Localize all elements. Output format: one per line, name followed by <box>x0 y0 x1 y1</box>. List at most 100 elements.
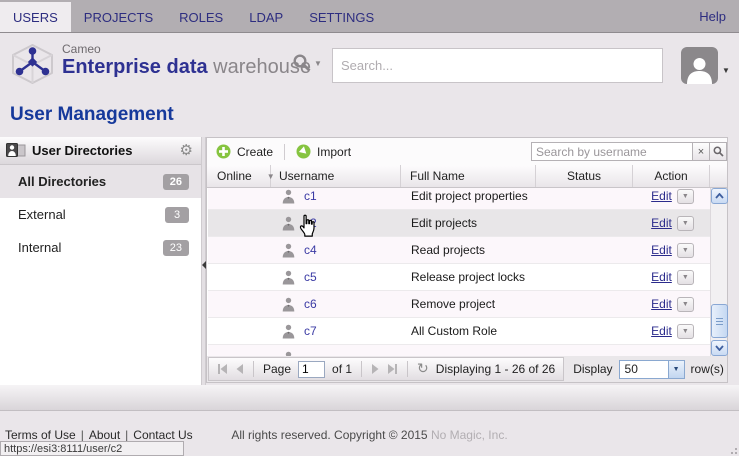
app-logo-icon <box>8 42 57 86</box>
pagination-controls: Page of 1 ↻ Displaying 1 - 26 of 26 <box>208 357 564 381</box>
table-row[interactable]: c2Edit projectsEdit▼ <box>208 210 711 237</box>
username-link[interactable]: c7 <box>304 324 317 338</box>
column-header-action[interactable]: Action <box>633 165 710 187</box>
first-page-button[interactable] <box>217 364 228 374</box>
table-row[interactable]: c5Release project locksEdit▼ <box>208 264 711 291</box>
action-cell: Edit ▼ <box>634 270 711 285</box>
action-dropdown-button[interactable]: ▼ <box>677 243 694 258</box>
table-toolbar: Create Import × <box>207 138 727 165</box>
brand-line1: Cameo <box>62 43 311 56</box>
username-link[interactable]: c4 <box>304 243 317 257</box>
username-search-input[interactable] <box>531 142 693 161</box>
clear-search-button[interactable]: × <box>693 142 710 161</box>
global-search-input[interactable] <box>332 48 663 83</box>
count-badge: 23 <box>163 240 189 256</box>
last-page-button[interactable] <box>387 364 398 374</box>
table-scrollbar[interactable] <box>710 188 727 356</box>
resize-grip-icon <box>727 444 737 454</box>
column-header-online[interactable]: Online▼ <box>207 165 271 187</box>
gear-icon[interactable]: ⚙ <box>180 143 193 158</box>
username-cell: c1 <box>272 189 402 204</box>
edit-link[interactable]: Edit <box>651 324 672 338</box>
edit-link[interactable]: Edit <box>651 189 672 203</box>
edit-link[interactable]: Edit <box>651 270 672 284</box>
action-dropdown-button[interactable]: ▼ <box>677 297 694 312</box>
table-row[interactable]: c7All Custom RoleEdit▼ <box>208 318 711 345</box>
fullname-cell: Read projects <box>402 243 537 257</box>
sidebar-item-all-directories[interactable]: All Directories26 <box>0 165 201 198</box>
footer-link-contact-us[interactable]: Contact Us <box>133 428 192 442</box>
brand-text: Cameo Enterprise data warehouse <box>62 43 311 78</box>
sidebar-item-label: Internal <box>18 240 61 255</box>
footer-link-about[interactable]: About <box>89 428 120 442</box>
count-badge: 3 <box>165 207 189 223</box>
import-button[interactable]: Import <box>296 144 351 159</box>
user-icon <box>282 297 295 312</box>
prev-page-button[interactable] <box>235 364 244 374</box>
username-search-group: × <box>531 142 727 161</box>
user-directories-title: User Directories <box>32 143 132 158</box>
nav-tab-ldap[interactable]: LDAP <box>236 2 296 32</box>
create-button[interactable]: Create <box>216 144 273 159</box>
table-row[interactable]: c6Remove projectEdit▼ <box>208 291 711 318</box>
refresh-icon[interactable]: ↻ <box>417 362 429 376</box>
page-size-value: 50 <box>625 362 638 376</box>
nav-tab-projects[interactable]: PROJECTS <box>71 2 166 32</box>
display-rows-group: Display 50 ▼ row(s) <box>573 360 724 379</box>
create-plus-icon <box>216 144 231 159</box>
search-icon[interactable] <box>292 53 312 73</box>
column-header-spacer <box>710 165 727 187</box>
select-caret-icon[interactable]: ▼ <box>668 361 684 378</box>
column-header-username[interactable]: Username <box>271 165 401 187</box>
footer-link-terms-of-use[interactable]: Terms of Use <box>5 428 76 442</box>
username-link[interactable]: c1 <box>304 189 317 203</box>
scroll-up-button[interactable] <box>711 188 728 204</box>
username-cell: c4 <box>272 243 402 258</box>
table-header-row: Online▼ Username Full Name Status Action <box>207 165 727 188</box>
edit-link[interactable]: Edit <box>651 297 672 311</box>
page-label: Page <box>263 362 291 376</box>
nav-tab-roles[interactable]: ROLES <box>166 2 236 32</box>
table-row-partial <box>208 345 711 356</box>
username-cell: c2 <box>272 216 402 231</box>
sidebar-item-external[interactable]: External3 <box>0 198 201 231</box>
search-submit-button[interactable] <box>710 142 727 161</box>
next-page-button[interactable] <box>371 364 380 374</box>
person-icon <box>685 55 714 84</box>
action-dropdown-button[interactable]: ▼ <box>677 270 694 285</box>
action-cell: Edit ▼ <box>634 189 711 204</box>
sidebar-item-internal[interactable]: Internal 23 <box>0 231 201 264</box>
page-number-input[interactable] <box>298 361 325 378</box>
column-header-status[interactable]: Status <box>536 165 633 187</box>
company-name: No Magic, Inc. <box>431 428 508 442</box>
directories-icon <box>6 143 26 158</box>
user-avatar[interactable] <box>681 47 718 84</box>
pager-separator <box>407 361 408 377</box>
nav-tab-users[interactable]: USERS <box>0 2 71 32</box>
username-link[interactable]: c5 <box>304 270 317 284</box>
scroll-down-button[interactable] <box>711 340 728 356</box>
table-row[interactable]: c4 Read projects Edit ▼ <box>208 237 711 264</box>
edit-link[interactable]: Edit <box>651 243 672 257</box>
action-dropdown-button[interactable]: ▼ <box>677 324 694 339</box>
help-link[interactable]: Help <box>699 0 739 32</box>
column-header-fullname[interactable]: Full Name <box>401 165 536 187</box>
table-row[interactable]: c1Edit project propertiesEdit▼ <box>208 188 711 210</box>
scrollbar-thumb[interactable] <box>711 304 728 338</box>
action-cell: Edit ▼ <box>634 324 711 339</box>
page-size-select[interactable]: 50 ▼ <box>619 360 685 379</box>
footer-links: Terms of Use|About|Contact Us <box>5 428 193 442</box>
user-icon <box>282 189 295 204</box>
search-scope-caret-icon[interactable]: ▼ <box>314 59 322 68</box>
avatar-menu-caret-icon[interactable]: ▼ <box>722 66 730 75</box>
user-icon <box>282 270 295 285</box>
user-directories-panel: User Directories ⚙ All Directories26Exte… <box>0 137 201 385</box>
edit-link[interactable]: Edit <box>651 216 672 230</box>
nav-tab-settings[interactable]: SETTINGS <box>296 2 387 32</box>
action-cell: Edit ▼ <box>634 243 711 258</box>
action-dropdown-button[interactable]: ▼ <box>677 216 694 231</box>
brand-line2: Enterprise data warehouse <box>62 56 311 78</box>
user-directories-header: User Directories ⚙ <box>0 137 201 165</box>
action-dropdown-button[interactable]: ▼ <box>677 189 694 204</box>
username-link[interactable]: c6 <box>304 297 317 311</box>
